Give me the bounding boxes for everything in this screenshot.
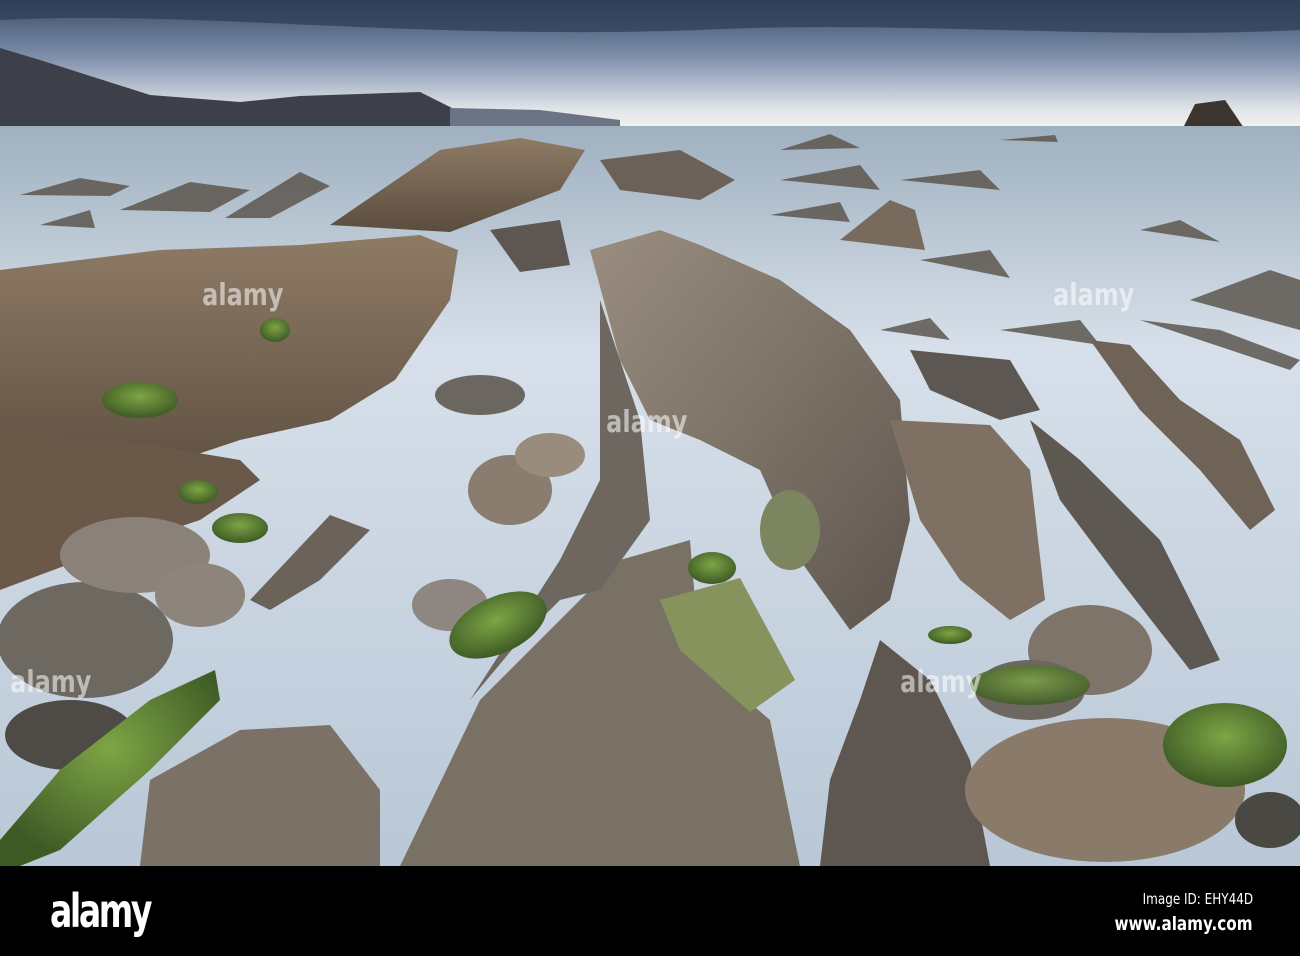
footer-bar: alamy Image ID: EHY44D www.alamy.com <box>0 866 1300 956</box>
watermark-center: alamy <box>606 405 688 440</box>
watermark-left: alamy <box>202 278 284 313</box>
watermark-right: alamy <box>1053 278 1135 313</box>
watermark-bottom-right: alamy <box>900 665 982 700</box>
watermark-bottom-left: alamy <box>10 665 92 700</box>
site-url: www.alamy.com <box>1114 913 1253 935</box>
alamy-logo: alamy <box>50 884 153 938</box>
image-id: Image ID: EHY44D <box>1142 890 1253 908</box>
